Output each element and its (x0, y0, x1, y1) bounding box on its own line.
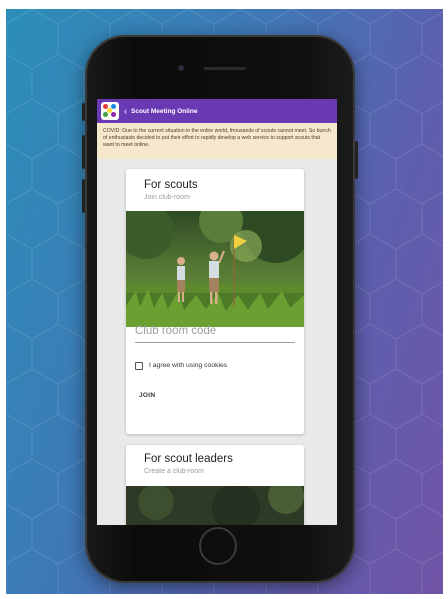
club-room-code-underline (135, 342, 295, 343)
phone-screen: ‹ Scout Meeting Online COVID: Due to the… (97, 99, 337, 525)
scouts-card: For scouts Join club-room Club room code… (126, 169, 304, 434)
app-bar: ‹ Scout Meeting Online (97, 99, 337, 123)
phone-volume-down (82, 179, 85, 213)
front-camera (178, 65, 184, 71)
scouts-card-subtitle: Join club-room (144, 194, 190, 201)
join-button[interactable]: JOIN (139, 392, 155, 399)
leaders-card-subtitle: Create a club-room (144, 468, 204, 475)
hero-background: ‹ Scout Meeting Online COVID: Due to the… (6, 9, 443, 594)
phone-power-button (355, 141, 358, 179)
leaders-card-title: For scout leaders (144, 453, 233, 465)
phone-volume-up (82, 135, 85, 169)
back-arrow-icon[interactable]: ‹ (124, 106, 127, 116)
club-room-code-input[interactable]: Club room code (135, 325, 216, 337)
leaders-photo (126, 486, 304, 525)
scouts-card-title: For scouts (144, 179, 198, 191)
covid-notice: COVID: Due to the current situation in t… (97, 123, 337, 159)
cookie-consent-label: I agree with using cookies (149, 362, 228, 369)
scouts-photo (126, 211, 304, 327)
phone-home-button (199, 527, 237, 565)
phone-mute-switch (82, 103, 85, 121)
scout-logo-icon[interactable] (101, 102, 119, 120)
cookie-consent-checkbox[interactable] (135, 362, 143, 370)
earpiece-speaker (204, 67, 246, 70)
leaders-card: For scout leaders Create a club-room (126, 445, 304, 525)
app-title: Scout Meeting Online (131, 107, 198, 115)
phone-mockup: ‹ Scout Meeting Online COVID: Due to the… (82, 35, 358, 583)
